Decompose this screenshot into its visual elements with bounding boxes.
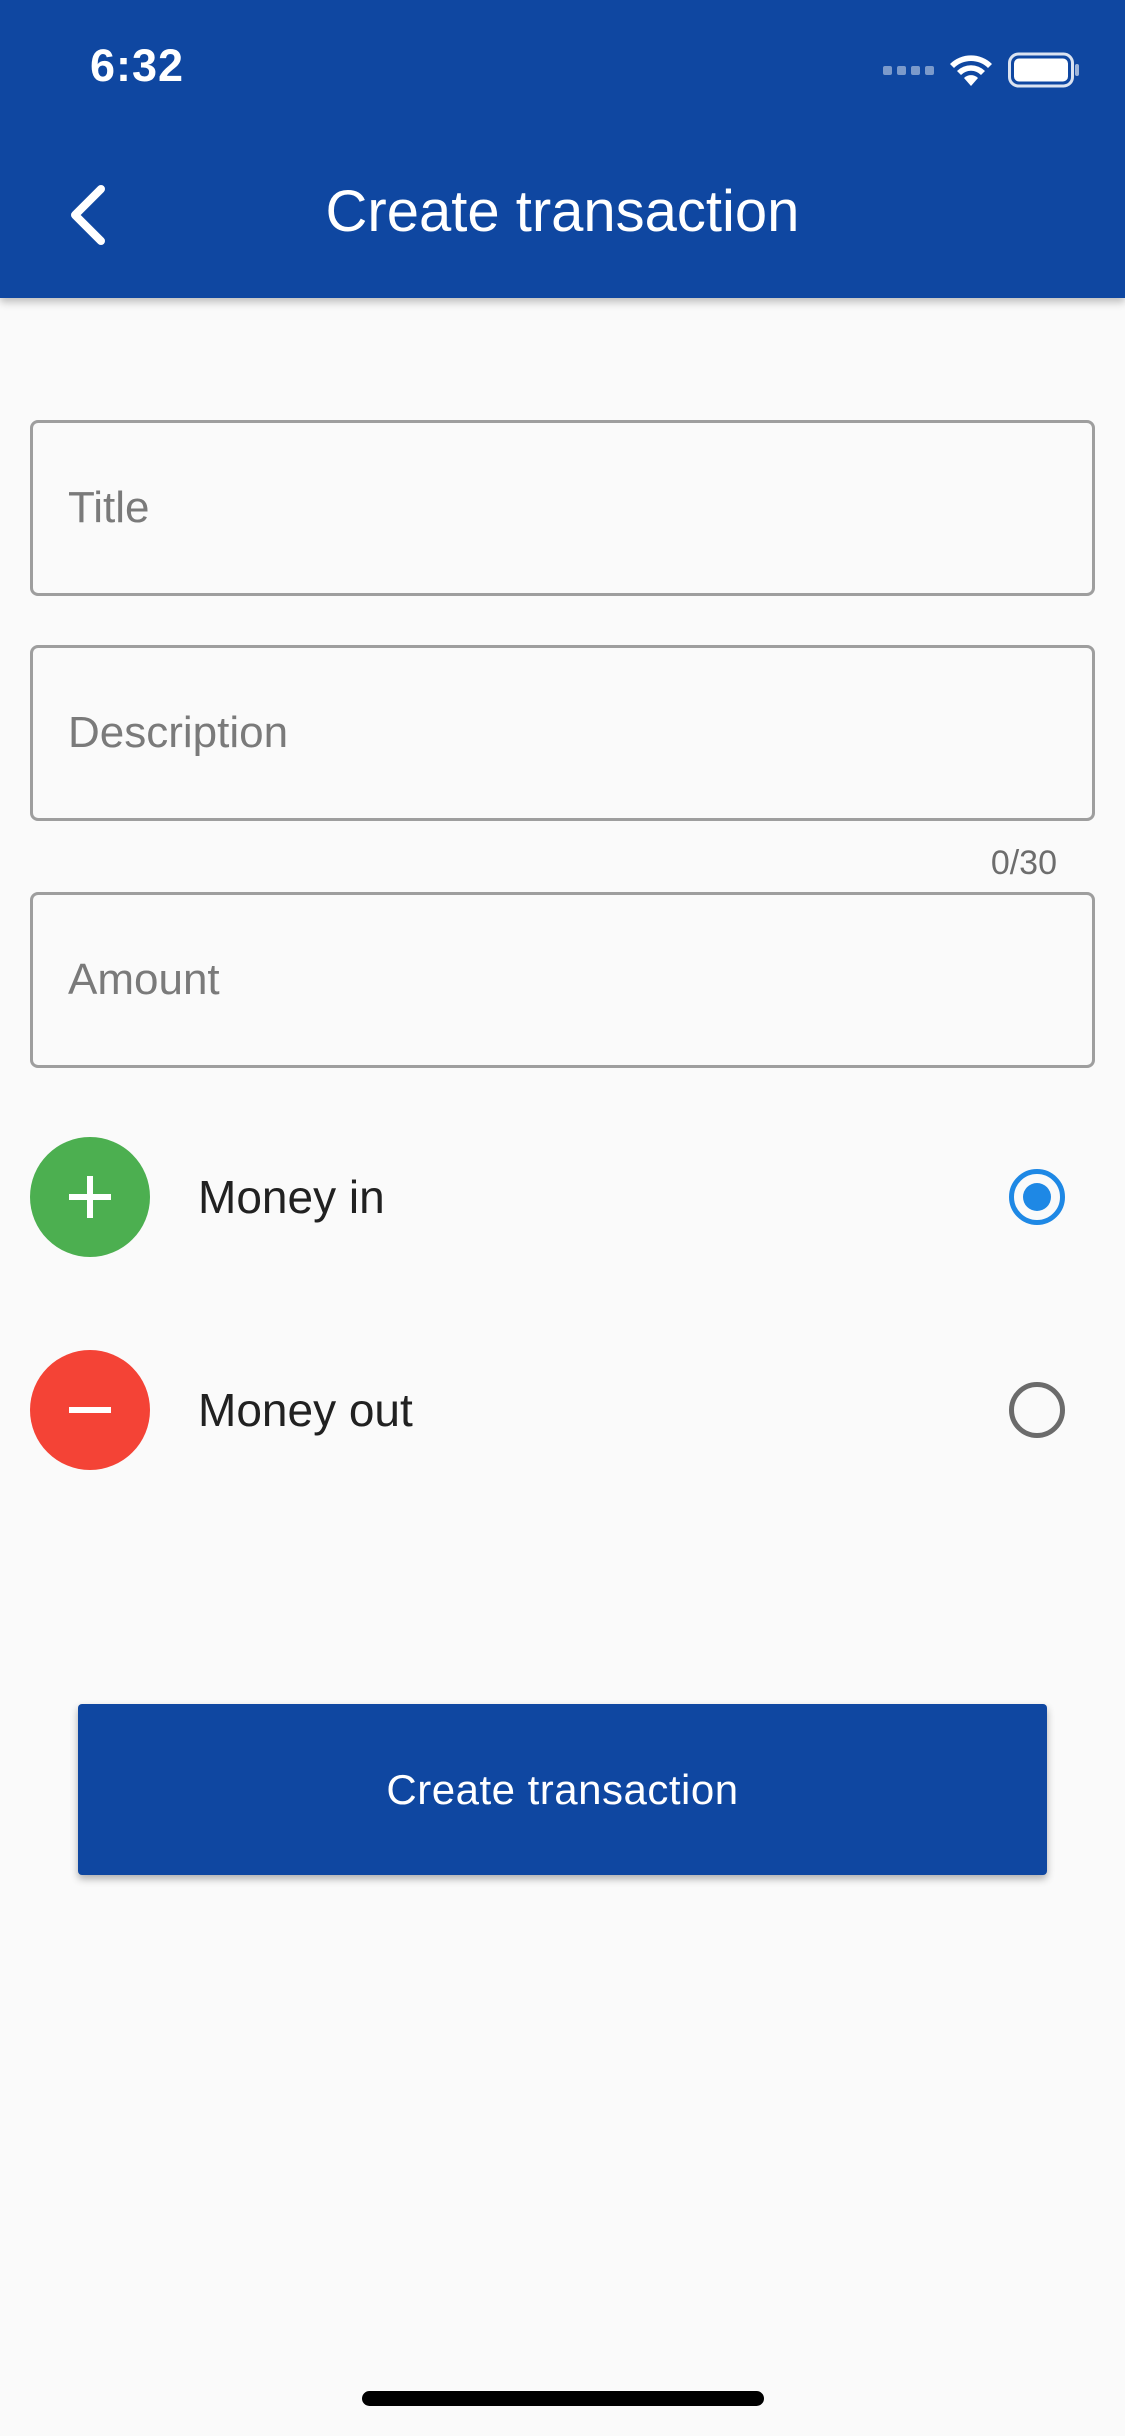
create-transaction-screen: 6:32 Create transaction Title Descriptio… (0, 0, 1125, 2436)
app-bar: 6:32 Create transaction (0, 0, 1125, 298)
wifi-icon (950, 55, 992, 86)
money-out-label: Money out (198, 1384, 413, 1436)
plus-icon (30, 1137, 150, 1257)
money-in-label: Money in (198, 1171, 385, 1223)
minus-icon (30, 1350, 150, 1470)
title-input[interactable] (68, 483, 1092, 533)
description-char-counter: 0/30 (990, 844, 1057, 882)
battery-icon (1008, 52, 1079, 88)
money-in-radio[interactable] (1009, 1169, 1065, 1225)
money-in-option[interactable]: Money in (30, 1137, 1095, 1257)
amount-field[interactable] (30, 892, 1095, 1068)
status-icons (883, 50, 1080, 90)
money-out-option[interactable]: Money out (30, 1350, 1095, 1470)
page-title: Create transaction (325, 179, 800, 244)
create-transaction-button[interactable]: Create transaction (78, 1704, 1047, 1875)
status-time: 6:32 (90, 40, 185, 91)
cellular-signal-icon (883, 65, 934, 75)
description-input[interactable] (68, 708, 1092, 758)
amount-input[interactable] (68, 955, 1092, 1005)
title-field[interactable] (30, 420, 1095, 596)
money-out-radio[interactable] (1009, 1382, 1065, 1438)
home-indicator (362, 2391, 764, 2406)
description-field[interactable] (30, 645, 1095, 821)
